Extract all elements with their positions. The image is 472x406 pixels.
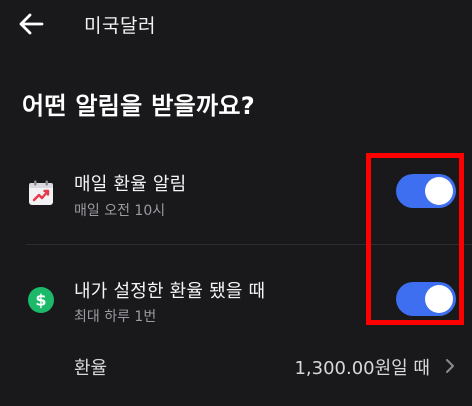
alert-subtitle: 최대 하루 1번 <box>74 309 157 325</box>
target-rate-alert-toggle[interactable] <box>396 282 456 316</box>
alert-row-target-rate: $ 내가 설정한 환율 됐을 때 최대 하루 1번 <box>0 268 472 338</box>
back-arrow-icon <box>19 13 44 35</box>
chevron-right-icon <box>446 359 454 373</box>
rate-label: 환율 <box>74 358 108 379</box>
back-button[interactable] <box>14 8 48 40</box>
dollar-coin-icon: $ <box>28 287 54 313</box>
app-header: 미국달러 <box>0 0 472 48</box>
alert-question-heading: 어떤 알림을 받을까요? <box>22 92 255 120</box>
toggle-knob <box>425 177 453 205</box>
page-title: 미국달러 <box>84 15 156 37</box>
alert-title: 매일 환율 알림 <box>74 174 187 195</box>
svg-text:$: $ <box>35 291 46 310</box>
divider <box>26 244 472 245</box>
alert-row-daily: 매일 환율 알림 매일 오전 10시 <box>0 160 472 230</box>
rate-value: 1,300.00원일 때 <box>294 358 430 379</box>
toggle-knob <box>425 285 453 313</box>
alert-title: 내가 설정한 환율 됐을 때 <box>74 281 266 302</box>
alert-subtitle: 매일 오전 10시 <box>74 203 166 219</box>
target-rate-setting-row[interactable]: 환율 1,300.00원일 때 <box>0 346 472 386</box>
calendar-trend-icon <box>29 180 53 205</box>
daily-alert-toggle[interactable] <box>396 174 456 208</box>
